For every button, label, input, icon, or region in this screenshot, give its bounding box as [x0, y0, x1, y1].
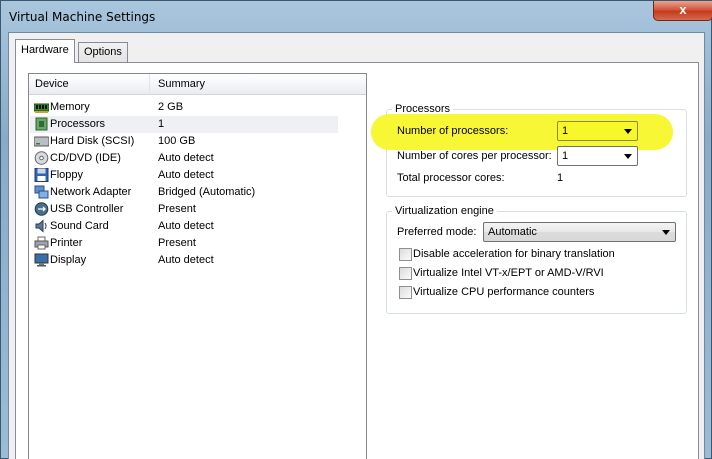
virtualization-engine-title: Virtualization engine [392, 205, 497, 217]
column-header-device[interactable]: Device [35, 78, 69, 90]
chevron-down-icon [662, 230, 670, 235]
virtualize-cpu-counters-label[interactable]: Virtualize CPU performance counters [413, 286, 594, 298]
device-name: Sound Card [50, 220, 109, 232]
device-summary: Auto detect [158, 220, 214, 232]
close-button[interactable]: x [653, 1, 712, 21]
title-bar[interactable]: Virtual Machine Settings x [1, 1, 712, 33]
hard-disk-icon [34, 136, 49, 147]
disable-acceleration-label[interactable]: Disable acceleration for binary translat… [413, 248, 615, 260]
chevron-down-icon [624, 154, 632, 159]
number-of-processors-value: 1 [562, 125, 569, 137]
device-row-processors[interactable]: Processors 1 [30, 116, 338, 133]
cores-per-processor-label: Number of cores per processor: [397, 150, 552, 162]
device-summary: 100 GB [158, 135, 196, 147]
window-title: Virtual Machine Settings [9, 10, 156, 24]
dialog-client-area: Hardware Options Device Summary Memory 2… [8, 32, 705, 459]
device-name: USB Controller [50, 203, 124, 215]
virtualize-vtx-label[interactable]: Virtualize Intel VT-x/EPT or AMD-V/RVI [413, 267, 604, 279]
device-row-display[interactable]: Display Auto detect [30, 252, 338, 269]
device-name: Display [50, 254, 87, 266]
device-list-header: Device Summary [29, 74, 366, 95]
device-name: CD/DVD (IDE) [50, 152, 121, 164]
number-of-processors-select[interactable]: 1 [557, 121, 638, 141]
device-name: Printer [50, 237, 83, 249]
column-divider[interactable] [149, 74, 150, 95]
tab-hardware[interactable]: Hardware [15, 39, 75, 63]
device-row-sound-card[interactable]: Sound Card Auto detect [30, 218, 338, 235]
memory-icon [34, 103, 49, 113]
device-summary: Auto detect [158, 254, 214, 266]
device-name: Processors [50, 118, 106, 130]
network-adapter-icon [34, 185, 49, 199]
device-name: Network Adapter [50, 186, 132, 198]
number-of-processors-label: Number of processors: [397, 125, 509, 137]
device-summary: Auto detect [158, 152, 214, 164]
hardware-tab-panel: Device Summary Memory 2 GB Processors 1 … [15, 62, 699, 459]
cores-per-processor-select[interactable]: 1 [557, 146, 638, 166]
device-row-usb-controller[interactable]: USB Controller Present [30, 201, 338, 218]
device-name: Memory [50, 101, 90, 113]
device-row-printer[interactable]: Printer Present [30, 235, 338, 252]
sound-card-icon [35, 219, 47, 233]
device-row-memory[interactable]: Memory 2 GB [30, 99, 338, 116]
preferred-mode-value: Automatic [488, 226, 537, 238]
device-summary: Bridged (Automatic) [158, 186, 256, 198]
window-frame: Virtual Machine Settings x Hardware Opti… [0, 0, 712, 459]
chevron-down-icon [624, 129, 632, 134]
device-row-cd-dvd[interactable]: CD/DVD (IDE) Auto detect [30, 150, 338, 167]
column-header-summary[interactable]: Summary [158, 78, 205, 90]
cores-per-processor-value: 1 [562, 150, 569, 162]
preferred-mode-label: Preferred mode: [397, 226, 477, 238]
device-name: Floppy [50, 169, 84, 181]
printer-icon [34, 236, 49, 250]
preferred-mode-select[interactable]: Automatic [483, 222, 676, 242]
device-row-network-adapter[interactable]: Network Adapter Bridged (Automatic) [30, 184, 338, 201]
close-icon: x [679, 2, 687, 17]
device-summary: Present [158, 203, 196, 215]
cd-dvd-icon [34, 151, 49, 165]
device-summary: Auto detect [158, 169, 214, 181]
device-summary: 2 GB [158, 101, 184, 113]
device-row-floppy[interactable]: Floppy Auto detect [30, 167, 338, 184]
device-summary: Present [158, 237, 196, 249]
processor-icon [35, 117, 48, 131]
usb-icon [34, 202, 49, 216]
floppy-icon [34, 168, 49, 182]
virtualize-cpu-counters-checkbox[interactable] [399, 286, 412, 299]
tab-options[interactable]: Options [78, 42, 128, 62]
display-icon [34, 253, 49, 267]
device-row-hard-disk[interactable]: Hard Disk (SCSI) 100 GB [30, 133, 338, 150]
total-processor-cores-value: 1 [557, 172, 564, 184]
device-list[interactable]: Device Summary Memory 2 GB Processors 1 … [28, 73, 367, 459]
device-name: Hard Disk (SCSI) [50, 135, 135, 147]
total-processor-cores-label: Total processor cores: [397, 172, 505, 184]
virtualize-vtx-checkbox[interactable] [399, 267, 412, 280]
disable-acceleration-checkbox[interactable] [399, 248, 412, 261]
device-summary: 1 [158, 118, 165, 130]
